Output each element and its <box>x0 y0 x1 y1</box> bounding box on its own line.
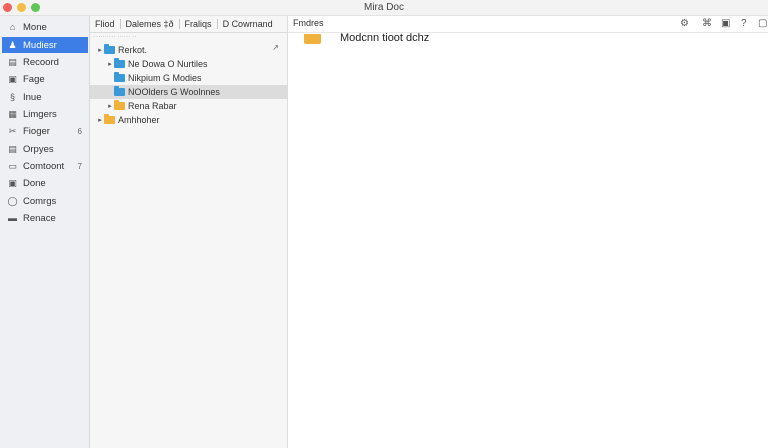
sidebar-item-mudiesr[interactable]: ♟ Mudiesr <box>2 37 88 53</box>
sidebar-item-done[interactable]: ▣ Done <box>2 175 88 191</box>
sidebar-item-fioger[interactable]: ✂ Fioger 6 <box>2 123 88 139</box>
tree-row-label: Nikpium G Modies <box>128 73 202 83</box>
sidebar-item-orpyes[interactable]: ▤ Orpyes <box>2 141 88 157</box>
tree-row-label: Rerkot. <box>118 45 148 55</box>
tree-row[interactable]: ▸ Rerkot. <box>90 43 288 57</box>
tab-fraliqs[interactable]: Fraliqs <box>180 19 218 29</box>
list-icon: ▤ <box>8 143 17 154</box>
user-icon: ♟ <box>8 39 17 50</box>
main-content: Fmdres ⚙ ⌘ ▣? ▢ Modcnn tioot dchz <box>288 16 768 448</box>
tool-icon: § <box>9 92 15 102</box>
sidebar-item-renace[interactable]: ▬ Renace <box>2 210 88 226</box>
home-icon: ⌂ <box>9 22 16 32</box>
sidebar-item-label: Done <box>23 177 46 189</box>
sidebar-item-label: Limgers <box>23 108 57 120</box>
disclosure-caret-icon[interactable]: ▸ <box>106 102 114 110</box>
sidebar-badge: 7 <box>77 161 82 171</box>
tree-row[interactable]: Nikpium G Modies <box>90 71 288 85</box>
main-header: Fmdres ⚙ ⌘ ▣? ▢ <box>288 16 768 33</box>
tree-row[interactable]: ▸ Rena Rabar <box>90 99 288 113</box>
lock-icon[interactable]: ▣ <box>721 18 730 29</box>
tree-row-label: Rena Rabar <box>128 101 177 111</box>
help-icon[interactable]: ? <box>741 18 747 29</box>
pen-icon: ✂ <box>8 125 17 136</box>
document-title: Modcnn tioot dchz <box>340 32 430 44</box>
disclosure-caret-icon[interactable]: ▸ <box>106 60 114 68</box>
circle-icon: ◯ <box>7 195 18 206</box>
settings-icon[interactable]: ⚙ <box>680 18 689 29</box>
folder-icon <box>114 100 125 110</box>
tree-row-label: Ne Dowa O Nurtiles <box>128 59 208 69</box>
sidebar-item-mone[interactable]: ⌂ Mone <box>2 19 88 35</box>
tree-row[interactable]: ▸ Amhhoher <box>90 113 288 127</box>
calendar-icon: ▤ <box>8 56 17 67</box>
sidebar-item-label: Mudiesr <box>23 39 57 51</box>
tab-fliod[interactable]: Fliod <box>90 19 121 29</box>
window-title: Mira Doc <box>363 2 404 13</box>
folder-icon <box>114 86 125 96</box>
sidebar-item-label: Fioger <box>23 125 50 137</box>
sidebar-item-comtoont[interactable]: ▭ Comtoont 7 <box>2 158 88 174</box>
sidebar-item-limgers[interactable]: ▦ Limgers <box>2 106 88 122</box>
sidebar: ⌂ Mone ♟ Mudiesr ▤ Recoord ▣ Fage § Inue ▦ Limgers ✂… <box>0 16 90 448</box>
sidebar-item-recoord[interactable]: ▤ Recoord <box>2 54 88 70</box>
tree-row[interactable]: NOOlders G Woolnnes <box>90 85 288 99</box>
folder-icon <box>104 114 115 124</box>
tree-row[interactable]: ▸ Ne Dowa O Nurtiles <box>90 57 288 71</box>
tree-tab-bar: Fliod Dalemes ‡ð Fraliqs D Cowrnand <box>90 16 288 33</box>
sidebar-item-label: Fage <box>23 73 45 85</box>
archive-icon: ▬ <box>8 213 17 223</box>
folder-icon <box>114 58 125 68</box>
sidebar-item-fage[interactable]: ▣ Fage <box>2 71 88 87</box>
tree-row-label: Amhhoher <box>118 115 160 125</box>
title-bar: Mira Doc <box>0 0 768 16</box>
sidebar-item-inue[interactable]: § Inue <box>2 89 88 105</box>
sidebar-item-comrgs[interactable]: ◯ Comrgs <box>2 193 88 209</box>
sidebar-item-label: Comtoont <box>23 160 65 172</box>
sidebar-item-label: Mone <box>23 21 47 33</box>
disclosure-caret-icon[interactable]: ▸ <box>96 116 104 124</box>
tree-panel: Fliod Dalemes ‡ð Fraliqs D Cowrnand ····… <box>90 16 288 448</box>
tree-subheader: ·········· ······ ·· <box>94 34 137 40</box>
share-icon[interactable]: ⌘ <box>702 18 712 29</box>
sidebar-item-label: Comrgs <box>23 195 57 207</box>
image-icon: ▣ <box>8 73 17 84</box>
tab-command[interactable]: D Cowrnand <box>218 19 278 29</box>
document-icon: ▣ <box>8 177 17 188</box>
folder-icon <box>104 44 115 54</box>
disclosure-caret-icon[interactable]: ▸ <box>96 46 104 54</box>
sidebar-item-label: Recoord <box>23 56 59 68</box>
sidebar-item-label: Inue <box>23 91 42 103</box>
sidebar-badge: 6 <box>77 126 82 136</box>
monitor-icon: ▭ <box>8 160 17 171</box>
tree-row-label: NOOlders G Woolnnes <box>128 87 220 97</box>
folder-icon <box>304 34 321 44</box>
folder-icon <box>114 72 125 82</box>
layout-icon[interactable]: ▢ <box>758 18 767 29</box>
tab-fmdres[interactable]: Fmdres <box>293 18 324 28</box>
sidebar-item-label: Renace <box>23 212 56 224</box>
grid-icon: ▦ <box>8 108 17 119</box>
tab-dalemes[interactable]: Dalemes ‡ð <box>121 19 180 29</box>
sidebar-item-label: Orpyes <box>23 143 54 155</box>
